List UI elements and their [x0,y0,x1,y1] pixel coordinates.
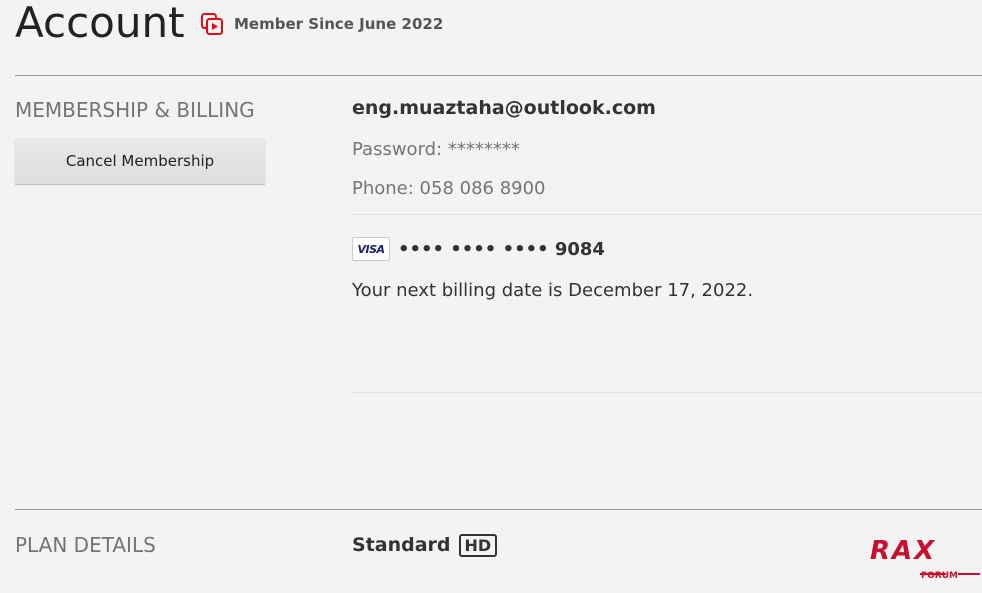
next-billing-date: Your next billing date is December 17, 2… [352,280,754,301]
billing-divider [352,392,982,393]
play-membership-icon [201,13,223,35]
watermark-sub-text: FORUM [921,571,958,581]
crax-forum-watermark-logo: RAX FORUM [840,509,980,593]
watermark-main-text: RAX [870,536,936,566]
password-field: Password: ******** [352,139,520,160]
plan-info: Standard HD [352,531,498,559]
plan-name: Standard [352,534,451,556]
member-since-badge: Member Since June 2022 [200,12,443,36]
page-title: Account [15,0,185,47]
membership-billing-title: MEMBERSHIP & BILLING [15,98,255,122]
account-info-divider [352,214,982,215]
cancel-membership-button[interactable]: Cancel Membership [15,138,265,184]
visa-card-icon: VISA [352,237,390,261]
member-since-text: Member Since June 2022 [234,15,444,33]
phone-field: Phone: 058 086 8900 [352,178,546,199]
plan-details-title: PLAN DETAILS [15,533,156,557]
card-number: •••• •••• •••• 9084 [398,238,605,260]
payment-card-row: VISA •••• •••• •••• 9084 [352,236,605,262]
header-divider [15,75,982,76]
hd-quality-badge: HD [458,533,498,557]
account-email: eng.muaztaha@outlook.com [352,97,656,119]
